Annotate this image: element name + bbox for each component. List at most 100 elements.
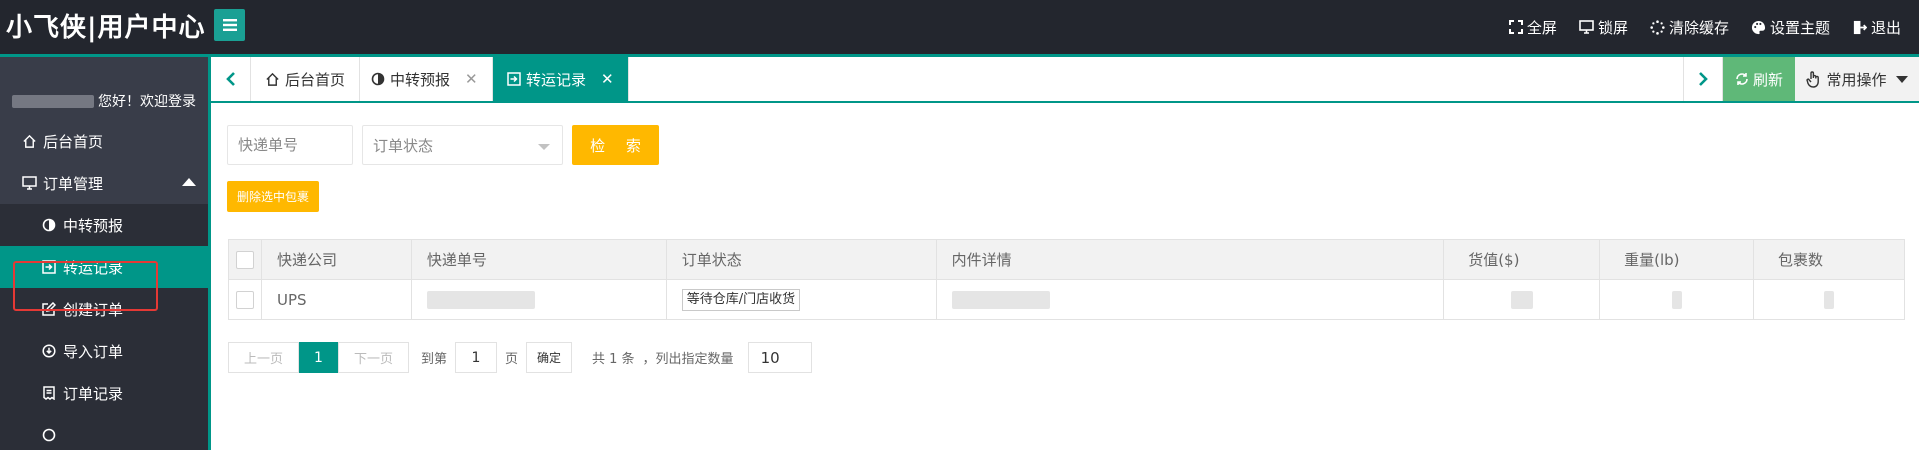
ops-label: 常用操作 xyxy=(1826,70,1887,89)
value-blurred xyxy=(1510,290,1533,309)
sidebar-item-more[interactable] xyxy=(0,414,208,450)
chevron-left-icon xyxy=(225,72,235,86)
sidebar-item-home[interactable]: 后台首页 xyxy=(0,120,208,162)
lock-screen-label: 锁屏 xyxy=(1597,18,1628,37)
set-theme-label: 设置主题 xyxy=(1769,18,1830,37)
tab-transit-forecast[interactable]: 中转预报 ✕ xyxy=(357,57,493,101)
fullscreen-label: 全屏 xyxy=(1526,18,1557,37)
value-cell xyxy=(1443,279,1601,320)
page-number-current[interactable]: 1 xyxy=(299,342,338,373)
menu-toggle-button[interactable] xyxy=(214,9,245,41)
search-form: 订单状态 检 索 xyxy=(227,125,659,165)
user-name-blurred xyxy=(12,94,94,108)
select-all-checkbox[interactable] xyxy=(236,250,254,269)
sign-in-icon xyxy=(40,258,58,276)
caret-down-icon xyxy=(1895,75,1908,83)
tab-label: 中转预报 xyxy=(390,70,451,89)
tab-scroll-left-button[interactable] xyxy=(211,57,251,101)
sidebar-item-transfer-records[interactable]: 转运记录 xyxy=(0,246,208,288)
order-status-placeholder: 订单状态 xyxy=(373,136,434,155)
goto-page-input[interactable] xyxy=(454,342,497,373)
next-page-button[interactable]: 下一页 xyxy=(337,342,409,373)
col-order-status[interactable]: 订单状态 xyxy=(665,239,937,280)
close-icon[interactable]: ✕ xyxy=(465,70,478,88)
palette-icon xyxy=(1751,20,1766,34)
sidebar-item-label: 中转预报 xyxy=(63,216,124,235)
sidebar-item-label: 导入订单 xyxy=(63,342,124,361)
weight-cell xyxy=(1599,279,1755,320)
tracking-number-input[interactable] xyxy=(227,125,353,165)
carrier-cell: UPS xyxy=(261,279,412,320)
fullscreen-icon xyxy=(1508,20,1523,34)
sidebar-item-import-order[interactable]: 导入订单 xyxy=(0,330,208,372)
settings-icon xyxy=(40,426,58,444)
order-status-cell: 等待仓库/门店收货 xyxy=(665,279,937,320)
sign-in-icon xyxy=(507,72,521,86)
caret-down-icon xyxy=(538,144,550,150)
parcels-table: 快递公司 快递单号 订单状态 内件详情 货值($) 重量(lb) 包裹数 UPS… xyxy=(228,239,1905,320)
prev-page-button[interactable]: 上一页 xyxy=(228,342,300,373)
delete-selected-button[interactable]: 删除选中包裹 xyxy=(227,181,320,212)
lock-screen-button[interactable]: 锁屏 xyxy=(1579,17,1628,38)
total-count: 共 1 条 xyxy=(592,352,635,367)
home-icon xyxy=(20,132,38,150)
home-icon xyxy=(266,72,279,86)
logout-button[interactable]: 退出 xyxy=(1852,17,1901,38)
set-theme-button[interactable]: 设置主题 xyxy=(1751,17,1830,38)
sidebar-item-order-management[interactable]: 订单管理 xyxy=(0,162,208,204)
tracking-number-blurred xyxy=(426,290,535,309)
close-icon[interactable]: ✕ xyxy=(601,70,614,88)
sidebar-item-transit-forecast[interactable]: 中转预报 xyxy=(0,204,208,246)
per-page-input[interactable] xyxy=(747,342,812,373)
goto-confirm-button[interactable]: 确定 xyxy=(525,342,572,373)
col-value[interactable]: 货值($) xyxy=(1443,239,1601,280)
sidebar-item-label: 创建订单 xyxy=(63,300,124,319)
tab-label: 转运记录 xyxy=(526,70,587,89)
select-all-cell xyxy=(228,239,262,280)
refresh-label: 刷新 xyxy=(1752,70,1783,89)
tab-transfer-records[interactable]: 转运记录 ✕ xyxy=(493,57,629,101)
sidebar-item-create-order[interactable]: 创建订单 xyxy=(0,288,208,330)
search-button[interactable]: 检 索 xyxy=(572,125,659,165)
per-page-label: ，列出指定数量 xyxy=(642,352,734,367)
tab-home[interactable]: 后台首页 xyxy=(251,57,361,101)
weight-blurred xyxy=(1671,290,1682,309)
logout-label: 退出 xyxy=(1870,18,1901,37)
pagination: 上一页 1 下一页 到第 页 确定 共 1 条 ，列出指定数量 xyxy=(228,342,812,373)
col-weight[interactable]: 重量(lb) xyxy=(1599,239,1755,280)
tab-bar: 后台首页 中转预报 ✕ 转运记录 ✕ 刷新 常用操作 xyxy=(211,57,1919,103)
package-count-blurred xyxy=(1824,290,1835,309)
col-tracking-number[interactable]: 快递单号 xyxy=(410,239,667,280)
half-circle-icon xyxy=(371,72,385,86)
top-header: 小飞侠|用户中心 全屏 锁屏 清除缓存 设置主题 退出 xyxy=(0,0,1919,57)
refresh-button[interactable]: 刷新 xyxy=(1723,57,1795,101)
common-operations-dropdown[interactable]: 常用操作 xyxy=(1795,57,1919,101)
order-status-select[interactable]: 订单状态 xyxy=(362,125,563,165)
item-details-blurred xyxy=(951,290,1050,309)
refresh-icon xyxy=(1736,73,1748,85)
sidebar-item-order-records[interactable]: 订单记录 xyxy=(0,372,208,414)
logout-icon xyxy=(1853,20,1867,34)
half-circle-icon xyxy=(40,216,58,234)
row-checkbox[interactable] xyxy=(236,290,254,309)
col-carrier[interactable]: 快递公司 xyxy=(261,239,412,280)
clear-cache-label: 清除缓存 xyxy=(1668,18,1729,37)
tracking-number-cell xyxy=(410,279,667,320)
hamburger-icon xyxy=(222,19,237,31)
fullscreen-button[interactable]: 全屏 xyxy=(1508,17,1557,38)
col-item-details[interactable]: 内件详情 xyxy=(935,239,1445,280)
tab-scroll-right-button[interactable] xyxy=(1683,57,1723,101)
spinner-icon xyxy=(1650,19,1665,35)
table-row[interactable]: UPS 等待仓库/门店收货 xyxy=(228,279,1905,320)
goto-suffix: 页 xyxy=(504,352,518,367)
edit-icon xyxy=(40,300,58,318)
col-package-count[interactable]: 包裹数 xyxy=(1753,239,1905,280)
app-logo[interactable]: 小飞侠|用户中心 xyxy=(6,8,206,48)
tab-label: 后台首页 xyxy=(285,70,346,89)
clear-cache-button[interactable]: 清除缓存 xyxy=(1650,17,1729,38)
status-badge: 等待仓库/门店收货 xyxy=(681,288,801,311)
user-greeting: 您好！欢迎登录 xyxy=(12,91,196,111)
chevron-right-icon xyxy=(1699,72,1708,86)
caret-up-icon xyxy=(182,178,196,186)
hand-pointer-icon xyxy=(1806,70,1820,88)
